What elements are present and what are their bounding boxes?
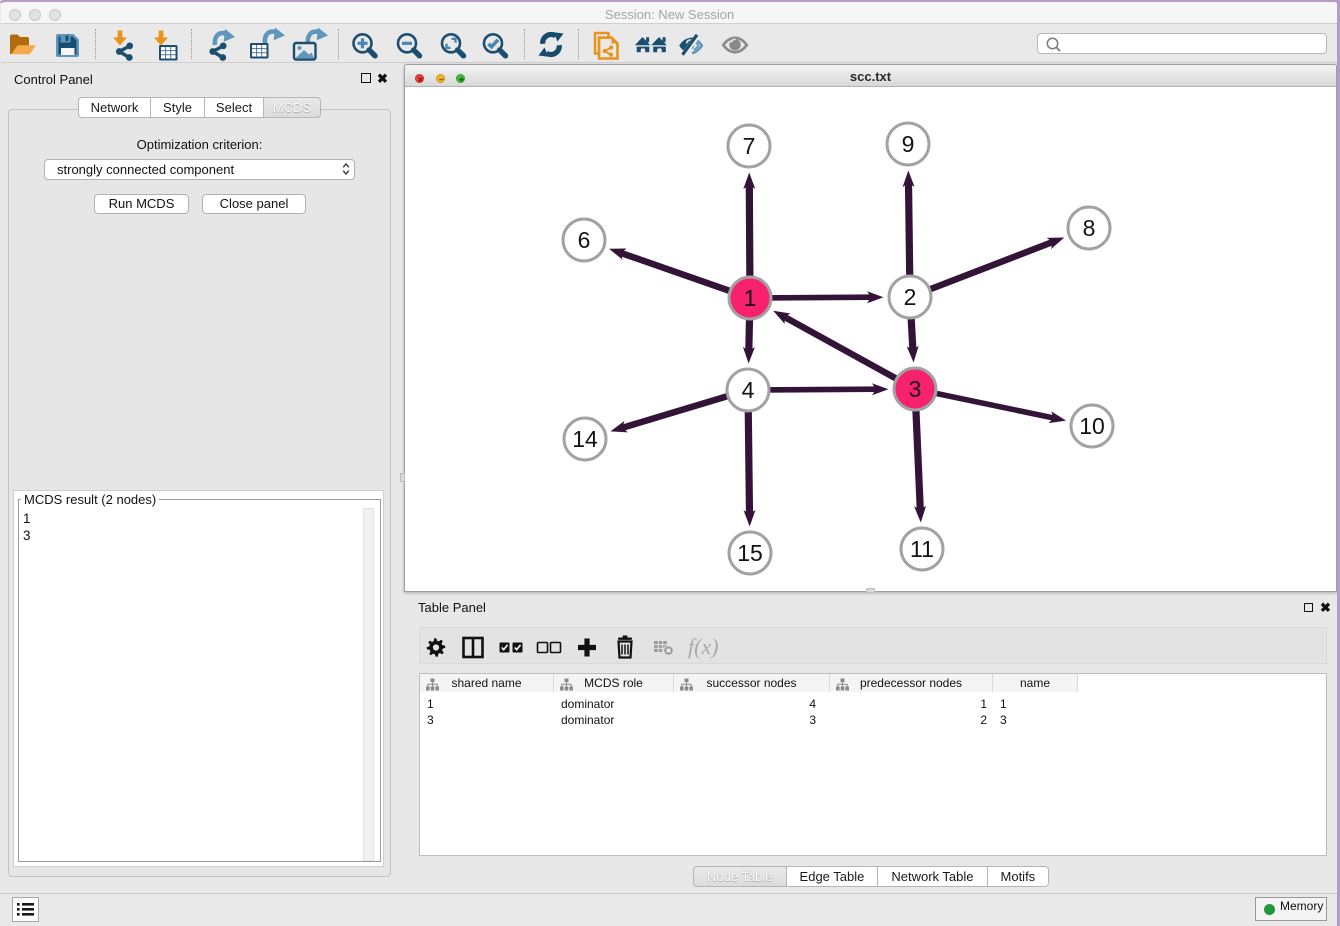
svg-text:10: 10 [1079,413,1105,439]
svg-text:2: 2 [904,284,917,310]
svg-text:6: 6 [578,227,591,253]
svg-text:9: 9 [902,131,915,157]
svg-text:15: 15 [737,540,763,566]
svg-text:1: 1 [744,285,757,311]
svg-text:14: 14 [572,426,598,452]
svg-text:7: 7 [743,133,756,159]
svg-text:4: 4 [742,377,755,403]
svg-text:8: 8 [1083,215,1096,241]
svg-text:11: 11 [910,536,934,562]
svg-text:3: 3 [909,376,922,402]
